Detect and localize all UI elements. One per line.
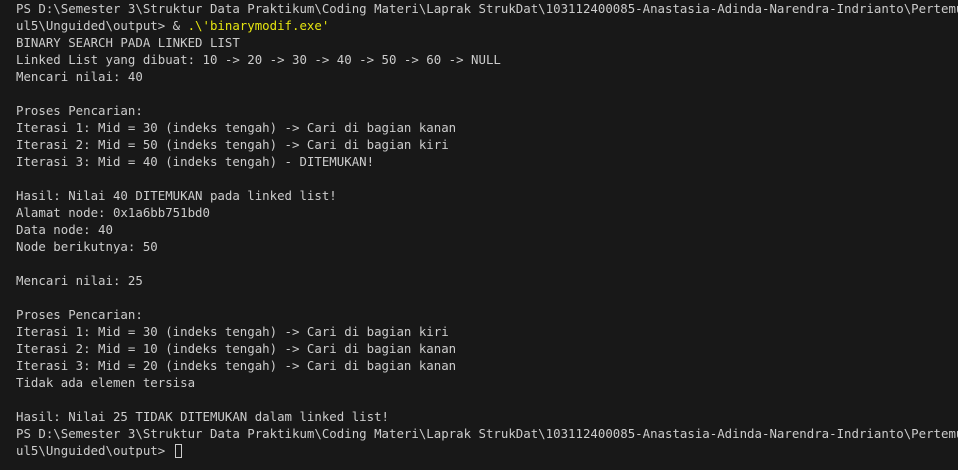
- prompt-line: PS D:\Semester 3\Struktur Data Praktikum…: [16, 1, 958, 16]
- prompt-path: ul5\Unguided\output>: [16, 18, 173, 33]
- prompt-line: PS D:\Semester 3\Struktur Data Praktikum…: [16, 426, 958, 441]
- output-line: Iterasi 3: Mid = 40 (indeks tengah) - DI…: [16, 154, 375, 169]
- output-line: Hasil: Nilai 40 DITEMUKAN pada linked li…: [16, 188, 337, 203]
- output-line: Hasil: Nilai 25 TIDAK DITEMUKAN dalam li…: [16, 409, 389, 424]
- output-line: Mencari nilai: 25: [16, 273, 143, 288]
- output-line: Iterasi 1: Mid = 30 (indeks tengah) -> C…: [16, 324, 449, 339]
- command-operator: &: [172, 18, 188, 33]
- command-executable: .\'binarymodif.exe': [187, 18, 330, 33]
- output-line: Iterasi 2: Mid = 10 (indeks tengah) -> C…: [16, 341, 457, 356]
- input-line[interactable]: ul5\Unguided\output>: [16, 442, 958, 459]
- output-line: Proses Pencarian:: [16, 307, 143, 322]
- output-line: Mencari nilai: 40: [16, 69, 143, 84]
- prompt-path: ul5\Unguided\output>: [16, 443, 173, 458]
- output-line: Node berikutnya: 50: [16, 239, 158, 254]
- output-line: Iterasi 1: Mid = 30 (indeks tengah) -> C…: [16, 120, 457, 135]
- terminal-output[interactable]: PS D:\Semester 3\Struktur Data Praktikum…: [0, 0, 958, 470]
- output-line: Data node: 40: [16, 222, 113, 237]
- output-line: Alamat node: 0x1a6bb751bd0: [16, 205, 210, 220]
- output-line: Proses Pencarian:: [16, 103, 143, 118]
- text-cursor: [174, 444, 182, 458]
- output-line: Iterasi 3: Mid = 20 (indeks tengah) -> C…: [16, 358, 457, 373]
- output-line: Linked List yang dibuat: 10 -> 20 -> 30 …: [16, 52, 501, 67]
- output-line: Tidak ada elemen tersisa: [16, 375, 196, 390]
- output-line: BINARY SEARCH PADA LINKED LIST: [16, 35, 240, 50]
- output-line: Iterasi 2: Mid = 50 (indeks tengah) -> C…: [16, 137, 449, 152]
- command-line: ul5\Unguided\output> & .\'binarymodif.ex…: [16, 17, 958, 34]
